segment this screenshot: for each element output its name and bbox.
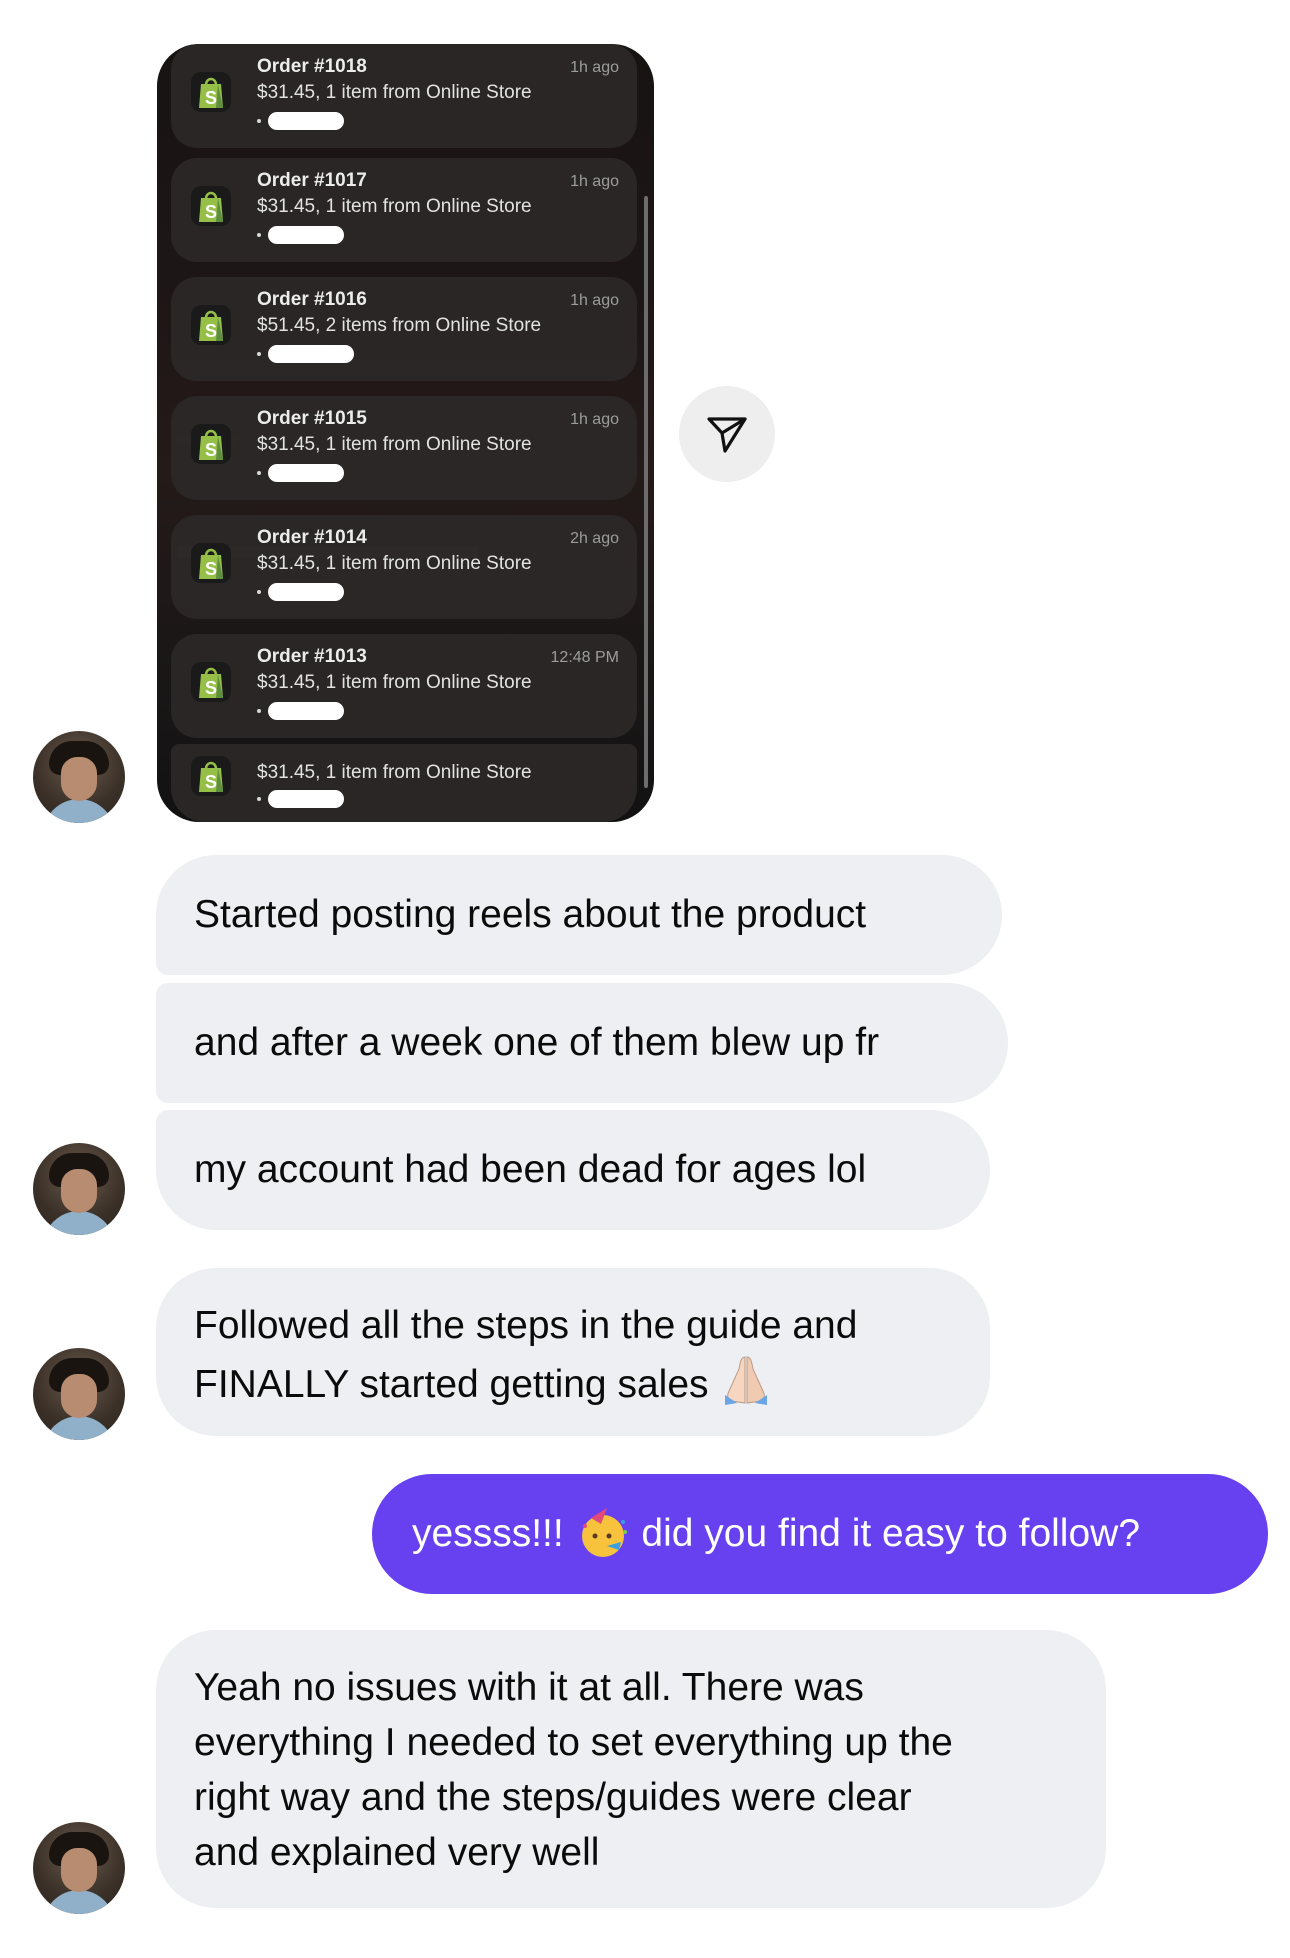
message-bubble-received[interactable]: and after a week one of them blew up fr <box>156 983 1008 1103</box>
notification-time: 1h ago <box>570 292 619 309</box>
shopify-bag-icon: S <box>191 305 231 345</box>
notification-body: $31.45, 1 item from Online Store <box>257 434 532 455</box>
message-bubble-received[interactable]: my account had been dead for ages lol <box>156 1110 990 1230</box>
message-bubble-received[interactable]: Started posting reels about the product <box>156 855 1002 975</box>
contact-avatar[interactable] <box>33 1348 125 1440</box>
shopify-bag-icon: S <box>191 662 231 702</box>
bullet <box>257 797 261 801</box>
notification-title: Order #1015 <box>257 408 367 429</box>
bullet <box>257 119 261 123</box>
notification-body: $31.45, 1 item from Online Store <box>257 553 532 574</box>
notification-time: 1h ago <box>570 411 619 428</box>
bullet <box>257 352 261 356</box>
bullet <box>257 233 261 237</box>
message-text: did you find it easy to follow? <box>641 1512 1141 1555</box>
svg-text:S: S <box>205 772 217 792</box>
folded-hands-emoji <box>719 1353 773 1420</box>
message-text: and explained very well <box>194 1831 600 1874</box>
notification: S Order #1016 $51.45, 2 items from Onlin… <box>171 277 637 381</box>
bullet <box>257 471 261 475</box>
shared-image[interactable]: S Order #1018 $31.45, 1 item from Online… <box>157 44 654 822</box>
message-text: yessss!!! <box>412 1512 564 1555</box>
svg-text:S: S <box>205 440 217 460</box>
shopify-bag-icon: S <box>191 72 231 112</box>
notification-body: $31.45, 1 item from Online Store <box>257 762 532 783</box>
message-bubble-received[interactable]: Yeah no issues with it at all. There was… <box>156 1630 1106 1908</box>
notification-title: Order #1017 <box>257 170 367 191</box>
redaction <box>268 464 344 482</box>
contact-avatar[interactable] <box>33 731 125 823</box>
notification: S Order #1013 $31.45, 1 item from Online… <box>171 634 637 738</box>
share-button[interactable] <box>679 386 775 482</box>
redaction <box>268 345 354 363</box>
message-text: and after a week one of them blew up fr <box>194 1021 880 1064</box>
message-text: FINALLY started getting sales <box>194 1362 709 1406</box>
notification-time: 12:48 PM <box>550 649 619 666</box>
notification-body: $31.45, 1 item from Online Store <box>257 196 532 217</box>
notification-title: Order #1013 <box>257 646 367 667</box>
notification: S $31.45, 1 item from Online Store <box>171 744 637 822</box>
message-bubble-sent[interactable]: yessss!!! did you find it easy to follow… <box>372 1474 1268 1594</box>
shopify-bag-icon: S <box>191 186 231 226</box>
message-bubble-received[interactable]: Followed all the steps in the guide and … <box>156 1268 990 1436</box>
svg-text:S: S <box>205 559 217 579</box>
notification: S Order #1018 $31.45, 1 item from Online… <box>171 44 637 148</box>
message-text: Yeah no issues with it at all. There was <box>194 1666 864 1709</box>
svg-text:S: S <box>205 202 217 222</box>
redaction <box>268 790 344 808</box>
shopify-bag-icon: S <box>191 543 231 583</box>
redaction <box>268 112 344 130</box>
message-text: Followed all the steps in the guide and <box>194 1304 858 1347</box>
partying-face-emoji <box>575 1506 631 1565</box>
notification: S Order #1017 $31.45, 1 item from Online… <box>171 158 637 262</box>
scrollbar <box>644 196 648 788</box>
contact-avatar[interactable] <box>33 1822 125 1914</box>
redaction <box>268 226 344 244</box>
notification-time: 1h ago <box>570 173 619 190</box>
notification-title: Order #1016 <box>257 289 367 310</box>
redaction <box>268 702 344 720</box>
shopify-bag-icon: S <box>191 756 231 796</box>
redaction <box>268 583 344 601</box>
notification: S Order #1015 $31.45, 1 item from Online… <box>171 396 637 500</box>
notification-time: 1h ago <box>570 59 619 76</box>
svg-text:S: S <box>205 88 217 108</box>
notification-body: $31.45, 1 item from Online Store <box>257 82 532 103</box>
notification-title: Order #1018 <box>257 56 367 77</box>
notification-time: 2h ago <box>570 530 619 547</box>
svg-text:S: S <box>205 678 217 698</box>
message-text: right way and the steps/guides were clea… <box>194 1776 912 1819</box>
notification: S Order #1014 $31.45, 1 item from Online… <box>171 515 637 619</box>
message-text: Started posting reels about the product <box>194 893 867 936</box>
notification-body: $51.45, 2 items from Online Store <box>257 315 542 336</box>
notification-body: $31.45, 1 item from Online Store <box>257 672 532 693</box>
notification-title: Order #1014 <box>257 527 367 548</box>
svg-text:S: S <box>205 321 217 341</box>
shopify-bag-icon: S <box>191 424 231 464</box>
paper-plane-icon <box>707 417 747 453</box>
bullet <box>257 709 261 713</box>
message-text: my account had been dead for ages lol <box>194 1148 867 1191</box>
bullet <box>257 590 261 594</box>
message-text: everything I needed to set everything up… <box>194 1721 953 1764</box>
contact-avatar[interactable] <box>33 1143 125 1235</box>
